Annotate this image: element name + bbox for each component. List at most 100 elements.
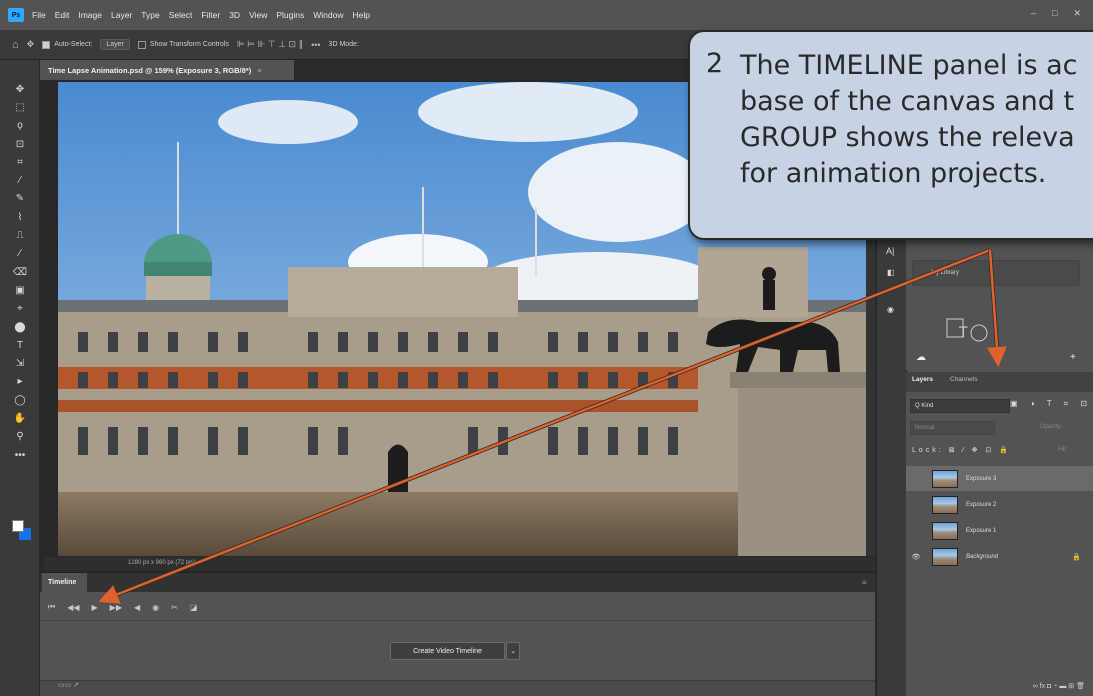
tab-layers[interactable]: Layers [912, 376, 933, 383]
layer-row[interactable]: Exposure 3 [906, 466, 1093, 491]
show-transform-option[interactable]: Show Transform Controls [137, 40, 229, 49]
go-to-first-frame-icon[interactable]: ⏮ [48, 602, 55, 612]
3d-panel-icon[interactable]: ◉ [887, 305, 894, 314]
tool-icon[interactable]: ⎍ [0, 226, 40, 244]
menu-file[interactable]: File [32, 10, 46, 20]
home-icon[interactable]: ⌂ [12, 39, 19, 51]
menu-edit[interactable]: Edit [55, 10, 70, 20]
layers-footer: ∞ fx ◘ ◔ ▬ ⊞ 🗑 [906, 676, 1093, 696]
tool-icon[interactable]: ⊡ [0, 135, 40, 153]
tool-icon[interactable]: ⇲ [0, 354, 40, 372]
tool-list: ✥ ⬚ ϙ ⊡ ⌗ ⁄ ✎ ⌇ ⎍ ⁄ ⌫ ▣ ⌖ ⬤ T ⇲ ▸ ◯ ✋ ⚲ ••• [0, 80, 39, 464]
timeline-tab-bar [40, 572, 875, 592]
library-item-label: My Library [931, 270, 960, 276]
3d-mode-label: 3D Mode: [328, 41, 359, 48]
layer-row[interactable]: Exposure 1 [906, 518, 1093, 543]
split-scissors-icon[interactable]: ✂ [171, 603, 178, 612]
menu-window[interactable]: Window [313, 10, 343, 20]
tool-icon[interactable]: ▸ [0, 373, 40, 391]
menu-3d[interactable]: 3D [229, 10, 240, 20]
cloud-icon: ☁ [916, 352, 926, 363]
library-placeholder-icon: T [935, 305, 995, 355]
timeline-tab-label: Timeline [48, 579, 77, 586]
photoshop-logo[interactable]: Ps [8, 8, 24, 22]
character-panel-icon[interactable]: A| [886, 246, 894, 256]
layers-footer-icons[interactable]: ∞ fx ◘ ◔ ▬ ⊞ 🗑 [1033, 682, 1085, 690]
tool-icon[interactable]: ϙ [0, 117, 40, 135]
eye-icon[interactable]: 👁 [906, 553, 926, 561]
tool-icon[interactable]: ✎ [0, 190, 40, 208]
layer-filter-icons[interactable]: ▣ ◑ T ⌗ ⊡ [1010, 399, 1092, 409]
tool-icon[interactable]: ⌇ [0, 208, 40, 226]
close-tab-icon[interactable]: × [257, 66, 261, 75]
layer-thumbnail [932, 547, 958, 566]
tool-icon[interactable]: ⁄ [0, 245, 40, 263]
tool-icon[interactable]: ⁄ [0, 171, 40, 189]
previous-frame-icon[interactable]: ◀◀ [67, 603, 79, 612]
tool-icon[interactable]: ▣ [0, 281, 40, 299]
tool-icon[interactable]: ••• [0, 446, 40, 464]
auto-select-checkbox[interactable] [42, 40, 51, 49]
create-video-timeline-dropdown[interactable]: ⌄ [506, 642, 520, 660]
tool-icon[interactable]: T [0, 336, 40, 354]
tab-channels[interactable]: Channels [950, 376, 977, 383]
layer-name: Background [966, 553, 999, 560]
layer-thumbnail [932, 521, 958, 540]
auto-select-option[interactable]: Auto-Select: [42, 40, 92, 49]
svg-text:T: T [958, 325, 968, 341]
timeline-footer-icons[interactable]: ▭▭ ↗ [58, 682, 79, 689]
tool-icon[interactable]: ⌗ [0, 153, 40, 171]
layer-thumbnail [932, 495, 958, 514]
align-icons[interactable]: ⊫ ⊨ ⊪ ⊤ ⊥ ⊡ ∥ [237, 39, 303, 50]
layer-kind-filter[interactable]: Q Kind [910, 399, 1010, 413]
layer-name: Exposure 1 [966, 527, 997, 534]
tool-icon[interactable]: ⚲ [0, 428, 40, 446]
blend-mode-dropdown[interactable]: Normal [910, 421, 995, 435]
paragraph-panel-icon[interactable]: ◧ [887, 268, 895, 277]
layer-row[interactable]: Exposure 2 [906, 492, 1093, 517]
more-options-icon[interactable]: ••• [311, 40, 320, 50]
audio-icon[interactable]: ◀ [134, 603, 140, 612]
transition-icon[interactable]: ◪ [190, 603, 198, 612]
close-button[interactable]: ✕ [1073, 8, 1081, 19]
next-frame-icon[interactable]: ▶▶ [110, 603, 122, 612]
tool-icon[interactable]: ⬚ [0, 98, 40, 116]
menu-image[interactable]: Image [78, 10, 102, 20]
menu-bar: Ps File Edit Image Layer Type Select Fil… [0, 0, 1093, 30]
menu-type[interactable]: Type [141, 10, 159, 20]
minimize-button[interactable]: – [1031, 8, 1036, 19]
timeline-divider [40, 620, 875, 621]
library-item[interactable]: My Library [912, 260, 1080, 286]
lock-options[interactable]: Lock: ⊠ ⁄ ✥ ⊡ 🔒 [912, 446, 1011, 454]
toolbar-grip[interactable] [0, 60, 39, 80]
timeline-tab[interactable]: Timeline [42, 573, 87, 592]
tool-icon[interactable]: ⌫ [0, 263, 40, 281]
auto-select-dropdown[interactable]: Layer [100, 39, 130, 50]
tool-icon[interactable]: ✥ [0, 80, 40, 98]
menu-view[interactable]: View [249, 10, 267, 20]
lock-icon: 🔒 [1072, 553, 1081, 561]
show-transform-checkbox[interactable] [137, 40, 146, 49]
menu-plugins[interactable]: Plugins [276, 10, 304, 20]
timeline-panel-menu-icon[interactable]: ≡ [862, 578, 867, 587]
tool-icon[interactable]: ◯ [0, 391, 40, 409]
callout-line: base of the canvas and t [740, 86, 1075, 117]
tool-icon[interactable]: ✋ [0, 409, 40, 427]
maximize-button[interactable]: □ [1052, 8, 1057, 19]
menu-help[interactable]: Help [352, 10, 369, 20]
callout-line: GROUP shows the releva [740, 122, 1075, 153]
settings-icon[interactable]: ◉ [152, 603, 159, 612]
add-library-icon[interactable]: + [1070, 352, 1076, 363]
menu-layer[interactable]: Layer [111, 10, 132, 20]
document-tab[interactable]: Time Lapse Animation.psd @ 159% (Exposur… [40, 60, 294, 80]
tool-icon[interactable]: ⬤ [0, 318, 40, 336]
create-video-timeline-button[interactable]: Create Video Timeline [390, 642, 505, 660]
tool-icon[interactable]: ⌖ [0, 300, 40, 318]
foreground-color-swatch[interactable] [12, 520, 24, 532]
layer-row[interactable]: 👁 Background 🔒 [906, 544, 1093, 569]
play-icon[interactable]: ▶ [92, 603, 98, 612]
move-tool-icon[interactable]: ✥ [27, 39, 35, 50]
menu-filter[interactable]: Filter [201, 10, 220, 20]
window-controls: – □ ✕ [1031, 8, 1093, 19]
menu-select[interactable]: Select [169, 10, 193, 20]
